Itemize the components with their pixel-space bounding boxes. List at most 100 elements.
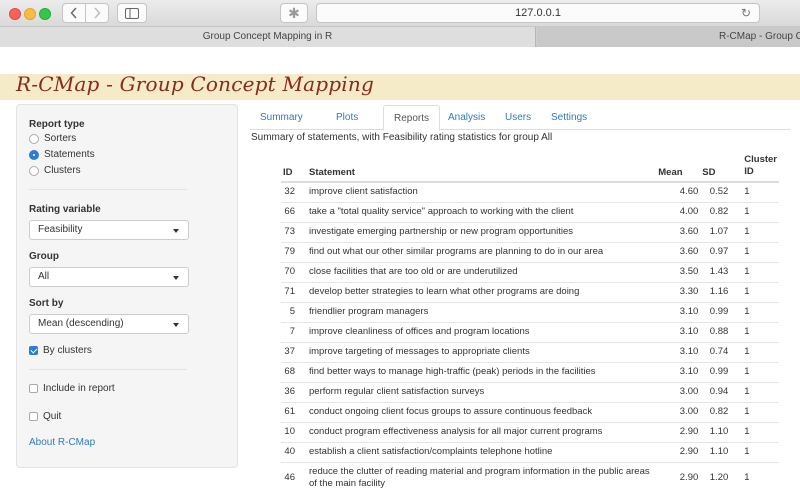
chevron-right-icon xyxy=(94,7,101,19)
report-type-label: Report type xyxy=(29,119,85,130)
tab-analysis[interactable]: Analysis xyxy=(438,105,495,130)
forward-button[interactable] xyxy=(85,3,109,23)
cell-sd: 1.07 xyxy=(700,221,731,242)
cell-sd: 1.10 xyxy=(700,441,731,462)
checkbox-unchecked[interactable] xyxy=(29,384,38,393)
header-statement[interactable]: Statement xyxy=(307,152,657,183)
sort-by-select[interactable]: Mean (descending) xyxy=(29,314,189,334)
tab-plots[interactable]: Plots xyxy=(326,105,368,130)
table-row: 36 perform regular client satisfaction su… xyxy=(281,381,779,402)
extension-button[interactable]: ✱ xyxy=(280,3,308,23)
radio-circle[interactable] xyxy=(29,133,39,144)
rating-variable-value: Feasibility xyxy=(38,224,83,235)
radio-circle[interactable] xyxy=(29,165,39,176)
cell-statement: perform regular client satisfaction surv… xyxy=(307,381,657,402)
cell-statement: investigate emerging partnership or new … xyxy=(307,221,657,242)
cell-cluster-id: 1 xyxy=(730,301,779,322)
group-label: Group xyxy=(29,251,59,262)
cell-id: 7 xyxy=(281,321,307,342)
cell-sd: 0.82 xyxy=(700,201,731,222)
rating-variable-select[interactable]: Feasibility xyxy=(29,220,189,240)
radio-circle-selected[interactable] xyxy=(29,149,39,160)
group-value: All xyxy=(38,271,50,282)
minimize-window-button[interactable] xyxy=(24,8,36,20)
reload-icon[interactable]: ↻ xyxy=(741,4,751,22)
cell-mean: 3.60 xyxy=(656,221,701,242)
cell-sd: 0.99 xyxy=(700,361,731,382)
checkbox-checked[interactable] xyxy=(29,346,38,355)
header-id[interactable]: ID xyxy=(281,152,307,183)
cell-statement: take a "total quality service" approach … xyxy=(307,201,657,222)
cell-statement: improve client satisfaction xyxy=(309,186,418,198)
header-cluster-id[interactable]: Cluster ID xyxy=(730,152,779,183)
cell-statement: reduce the clutter of reading material a… xyxy=(307,461,657,492)
checkbox-unchecked[interactable] xyxy=(29,412,38,421)
browser-tab-rcmap[interactable]: R-CMap - Group Concept Mappin xyxy=(537,27,800,47)
header-mean[interactable]: Mean xyxy=(656,152,701,183)
cell-id: 61 xyxy=(281,401,307,422)
cell-mean: 2.90 xyxy=(656,441,701,462)
cell-id: 70 xyxy=(281,261,307,282)
header-sd[interactable]: SD xyxy=(700,152,731,183)
cell-cluster-id: 1 xyxy=(730,221,779,242)
cell-id: 73 xyxy=(281,221,307,242)
sidebar-divider xyxy=(29,189,187,190)
cell-id: 66 xyxy=(281,201,307,222)
browser-tab-strip: Group Concept Mapping in R R-CMap - Grou… xyxy=(0,27,800,47)
close-window-button[interactable] xyxy=(9,8,21,20)
group-select[interactable]: All xyxy=(29,267,189,287)
cell-sd: 1.10 xyxy=(700,421,731,442)
cell-mean: 3.00 xyxy=(656,381,701,402)
about-link[interactable]: About R-CMap xyxy=(29,437,95,448)
tab-summary[interactable]: Summary xyxy=(250,105,313,130)
by-clusters-checkbox[interactable]: By clusters xyxy=(29,345,92,356)
radio-label-clusters: Clusters xyxy=(44,165,81,176)
browser-tab-group-concept-mapping[interactable]: Group Concept Mapping in R xyxy=(0,27,536,47)
cell-mean: 3.50 xyxy=(656,261,701,282)
radio-statements[interactable]: Statements xyxy=(29,149,95,160)
cell-cluster-id: 1 xyxy=(730,361,779,382)
cell-sd: 0.99 xyxy=(700,301,731,322)
chevron-left-icon xyxy=(70,7,77,19)
back-button[interactable] xyxy=(62,3,86,23)
cell-id: 40 xyxy=(281,441,307,462)
table-row: 68 find better ways to manage high-traffi… xyxy=(281,361,779,382)
zoom-window-button[interactable] xyxy=(39,8,51,20)
cell-sd: 0.88 xyxy=(700,321,731,342)
address-bar[interactable]: 127.0.0.1 ↻ xyxy=(316,3,760,23)
puzzle-icon: ✱ xyxy=(288,4,300,21)
quit-checkbox[interactable]: Quit xyxy=(29,411,61,422)
table-row: 37 improve targeting of messages to appro… xyxy=(281,341,779,362)
cell-statement: develop better strategies to learn what … xyxy=(307,281,657,302)
cell-id: 79 xyxy=(281,241,307,262)
table-row: 70 close facilities that are too old or a… xyxy=(281,261,779,282)
cell-mean: 4.00 xyxy=(656,201,701,222)
by-clusters-label: By clusters xyxy=(43,345,92,356)
cell-statement: find better ways to manage high-traffic … xyxy=(307,361,657,382)
radio-sorters[interactable]: Sorters xyxy=(29,133,76,144)
cell-cluster-id: 1 xyxy=(730,281,779,302)
cell-statement: conduct program effectiveness analysis f… xyxy=(307,421,657,442)
radio-clusters[interactable]: Clusters xyxy=(29,165,81,176)
cell-cluster-id: 1 xyxy=(744,186,750,198)
table-row: 32 improve client satisfaction 4.60 0.52 1 xyxy=(281,182,779,202)
cell-cluster-id: 1 xyxy=(730,441,779,462)
cell-mean: 3.10 xyxy=(656,341,701,362)
table-row: 71 develop better strategies to learn wha… xyxy=(281,281,779,302)
tab-reports[interactable]: Reports xyxy=(383,105,441,131)
tab-users[interactable]: Users xyxy=(495,105,541,130)
cell-statement: friendlier program managers xyxy=(307,301,657,322)
caret-down-icon xyxy=(173,276,179,280)
sidebar-toggle-button[interactable] xyxy=(117,3,147,23)
table-row: 46 reduce the clutter of reading material… xyxy=(281,461,779,492)
cell-cluster-id: 1 xyxy=(730,341,779,362)
cell-id: 71 xyxy=(281,281,307,302)
sidebar-divider xyxy=(29,369,187,370)
cell-mean: 3.10 xyxy=(656,321,701,342)
include-in-report-checkbox[interactable]: Include in report xyxy=(29,383,115,394)
cell-mean: 3.10 xyxy=(656,361,701,382)
cell-sd: 0.74 xyxy=(700,341,731,362)
tab-settings[interactable]: Settings xyxy=(541,105,597,130)
cell-id: 37 xyxy=(281,341,307,362)
cell-id: 46 xyxy=(281,461,307,492)
